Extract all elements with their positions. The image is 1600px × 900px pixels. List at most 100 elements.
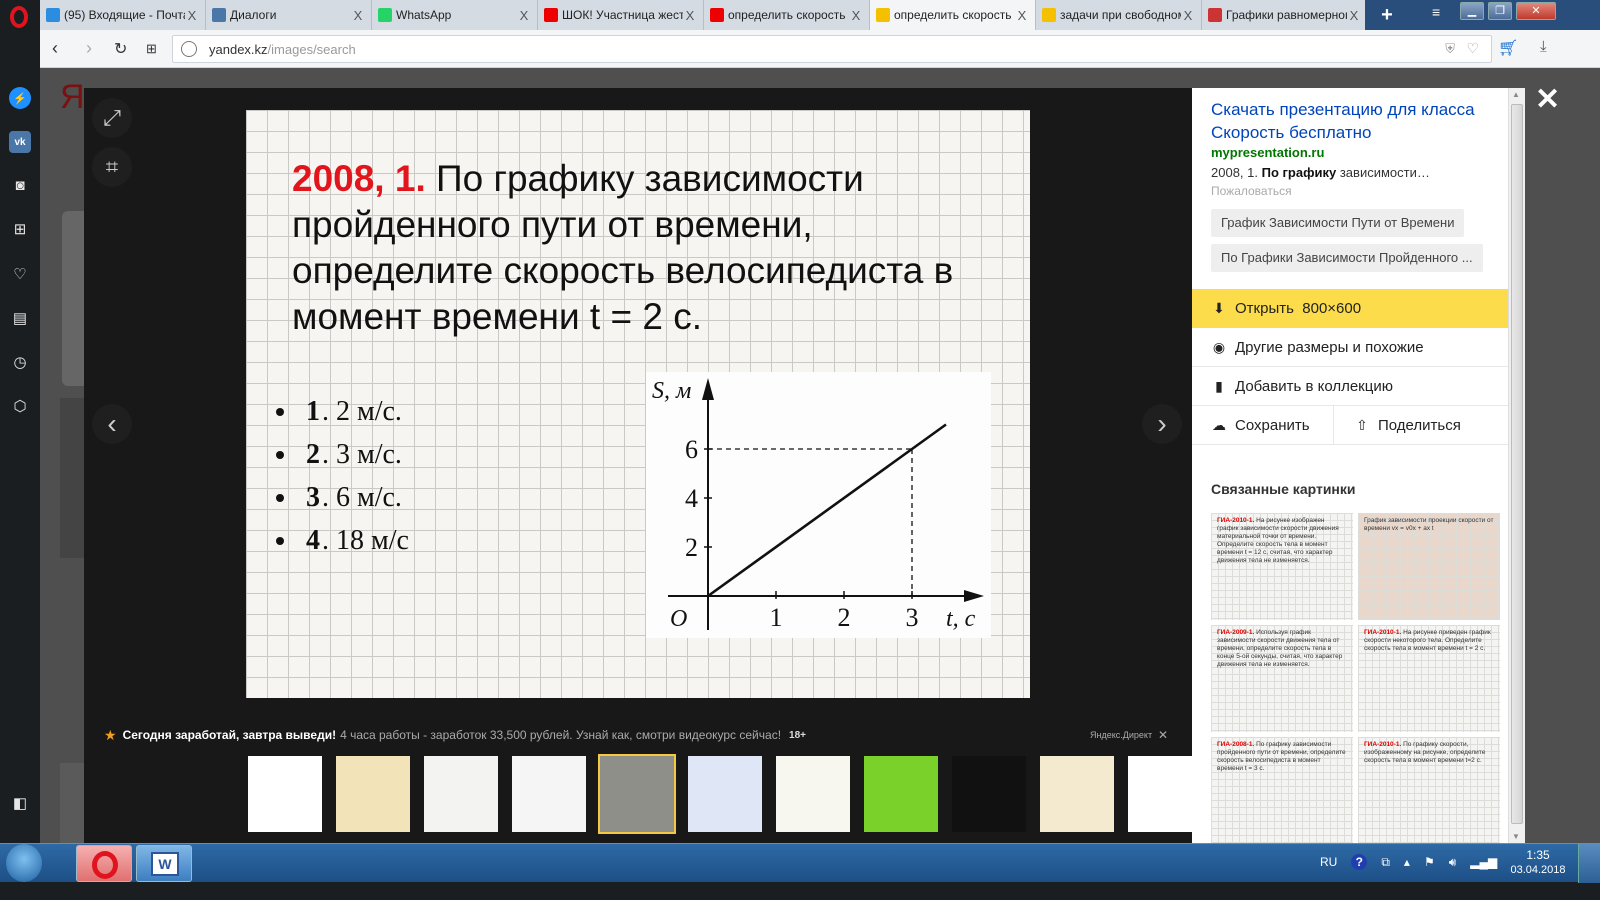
url-input[interactable]: yandex.kz/images/search ⛨ ♡: [172, 35, 1492, 63]
opera-menu-icon[interactable]: [10, 6, 28, 28]
extensions-icon[interactable]: ⬡: [9, 395, 31, 417]
source-domain-link[interactable]: mypresentation.ru: [1211, 145, 1324, 160]
address-bar: ‹ › ↻ ⊞ yandex.kz/images/search ⛨ ♡ 🛒︎ ⤓: [40, 30, 1600, 68]
thumbnail[interactable]: [334, 754, 412, 834]
tab-menu-icon[interactable]: ≡: [1432, 4, 1440, 20]
tray-expand-icon[interactable]: ▴: [1404, 855, 1410, 869]
history-icon[interactable]: ◷: [9, 351, 31, 373]
maximize-button[interactable]: ❐: [1488, 2, 1512, 20]
thumbnail[interactable]: [598, 754, 676, 834]
related-image[interactable]: ГИА-2010-1. По графику скорости, изображ…: [1358, 737, 1500, 843]
open-image-button[interactable]: ⬇ Открыть 800×600: [1192, 289, 1508, 328]
camera-icon[interactable]: ◙: [9, 174, 31, 196]
tab-close-icon[interactable]: X: [351, 8, 365, 23]
back-icon[interactable]: ‹: [52, 38, 58, 59]
speed-dial-icon[interactable]: ⊞: [146, 41, 157, 57]
tab[interactable]: (95) Входящие - Почта X: [40, 0, 206, 30]
taskbar-opera[interactable]: [76, 845, 132, 882]
scroll-up-icon[interactable]: ▲: [1512, 90, 1520, 99]
downloads-icon[interactable]: ⤓: [1540, 38, 1547, 55]
messenger-icon[interactable]: ⚡: [9, 87, 31, 109]
forward-icon[interactable]: ›: [86, 38, 92, 59]
share-button[interactable]: ⇧ Поделиться: [1333, 406, 1508, 445]
complain-link[interactable]: Пожаловаться: [1211, 184, 1292, 198]
start-button[interactable]: [6, 844, 42, 882]
close-window-button[interactable]: ✕: [1516, 2, 1556, 20]
cart-icon[interactable]: 🛒︎: [1498, 38, 1518, 58]
url-domain: yandex.kz: [209, 42, 268, 57]
tab-close-icon[interactable]: X: [185, 8, 199, 23]
thumbnail[interactable]: [862, 754, 940, 834]
signal-icon[interactable]: ▂▄▆: [1470, 855, 1497, 869]
ad-headline[interactable]: Сегодня заработай, завтра выведи!: [123, 728, 337, 742]
close-viewer-icon[interactable]: ✕: [1535, 82, 1560, 117]
source-title-link[interactable]: Скачать презентацию для класса Скорость …: [1211, 98, 1501, 144]
tab-close-icon[interactable]: X: [517, 8, 531, 23]
tab[interactable]: Графики равномерного X: [1202, 0, 1368, 30]
tab-close-icon[interactable]: X: [683, 8, 697, 23]
tab-close-icon[interactable]: X: [1181, 8, 1195, 23]
tab[interactable]: Диалоги X: [206, 0, 372, 30]
tab[interactable]: определить скорость X: [704, 0, 870, 30]
save-button[interactable]: ☁ Сохранить: [1192, 406, 1333, 445]
language-indicator[interactable]: RU: [1320, 855, 1337, 869]
yandex-disk-icon: ☁: [1212, 416, 1226, 433]
heart-icon[interactable]: ♡: [9, 263, 31, 285]
thumbnail[interactable]: [774, 754, 852, 834]
prev-image-button[interactable]: ‹: [92, 404, 132, 444]
tab[interactable]: задачи при свободном X: [1036, 0, 1202, 30]
thumbnail[interactable]: [1038, 754, 1116, 834]
minimize-button[interactable]: ▁: [1460, 2, 1484, 20]
help-icon[interactable]: ?: [1351, 854, 1368, 870]
thumbnail[interactable]: [246, 754, 324, 834]
flag-icon[interactable]: ⚑: [1424, 855, 1435, 869]
bookmark-heart-icon[interactable]: ♡: [1466, 40, 1479, 57]
y-tick-label: 6: [685, 435, 698, 464]
thumbnail[interactable]: [950, 754, 1028, 834]
ad-banner[interactable]: ★ Сегодня заработай, завтра выведи! 4 ча…: [104, 726, 806, 744]
tag-chip[interactable]: График Зависимости Пути от Времени: [1211, 209, 1465, 237]
tab[interactable]: определить скорость X: [870, 0, 1036, 30]
tab[interactable]: ШОК! Участница жесткоX: [538, 0, 704, 30]
tab-close-icon[interactable]: X: [849, 8, 863, 23]
taskbar-word[interactable]: W: [136, 845, 192, 882]
speed-dial-icon[interactable]: ⊞: [9, 218, 31, 240]
vk-icon[interactable]: vk: [9, 131, 31, 153]
crop-icon[interactable]: ⌗: [92, 147, 132, 187]
tag-chip[interactable]: По Графики Зависимости Пройденного ...: [1211, 244, 1483, 272]
ad-close-icon[interactable]: ✕: [1158, 728, 1168, 742]
add-collection-button[interactable]: ▮ Добавить в коллекцию: [1192, 367, 1508, 406]
source-snippet: 2008, 1. По графику зависимости…: [1211, 165, 1430, 180]
related-image[interactable]: ГИА-2008-1. По графику зависимости пройд…: [1211, 737, 1353, 843]
related-image[interactable]: График зависимости проекции скорости от …: [1358, 513, 1500, 620]
ad-source[interactable]: Яндекс.Директ: [1090, 730, 1152, 740]
reload-icon[interactable]: ↻: [114, 39, 127, 59]
news-icon[interactable]: ▤: [9, 307, 31, 329]
thumbnail[interactable]: [510, 754, 588, 834]
fullscreen-icon[interactable]: ⤢: [92, 98, 132, 138]
new-tab-button[interactable]: +: [1372, 0, 1402, 30]
panel-scrollbar[interactable]: ▲ ▼: [1508, 88, 1525, 843]
yandex-images-icon: [1042, 8, 1056, 22]
clock[interactable]: 1:35 03.04.2018: [1508, 848, 1568, 878]
volume-icon[interactable]: 🔊︎: [1449, 855, 1457, 870]
series-line: [707, 423, 947, 598]
next-image-button[interactable]: ›: [1142, 404, 1182, 444]
tab[interactable]: WhatsApp X: [372, 0, 538, 30]
scrollbar-thumb[interactable]: [1511, 104, 1523, 824]
network-window-icon[interactable]: ⧉: [1381, 855, 1390, 870]
save-label: Сохранить: [1235, 416, 1310, 434]
other-sizes-button[interactable]: ◉ Другие размеры и похожие: [1192, 328, 1508, 367]
show-desktop-button[interactable]: [1578, 844, 1600, 883]
ad-text[interactable]: 4 часа работы - заработок 33,500 рублей.…: [340, 728, 781, 742]
thumbnail[interactable]: [686, 754, 764, 834]
tab-close-icon[interactable]: X: [1015, 8, 1029, 23]
sidebar-toggle-icon[interactable]: ◧: [9, 792, 31, 814]
related-image[interactable]: ГИА-2010-1. На рисунке приведен график с…: [1358, 625, 1500, 732]
related-image[interactable]: ГИА-2010-1. На рисунке изображен график …: [1211, 513, 1353, 620]
related-image[interactable]: ГИА-2009-1. Используя график зависимости…: [1211, 625, 1353, 732]
thumbnail[interactable]: [422, 754, 500, 834]
scroll-down-icon[interactable]: ▼: [1512, 832, 1520, 841]
adblock-icon[interactable]: ⛨: [1445, 41, 1455, 57]
tab-close-icon[interactable]: X: [1347, 8, 1361, 23]
